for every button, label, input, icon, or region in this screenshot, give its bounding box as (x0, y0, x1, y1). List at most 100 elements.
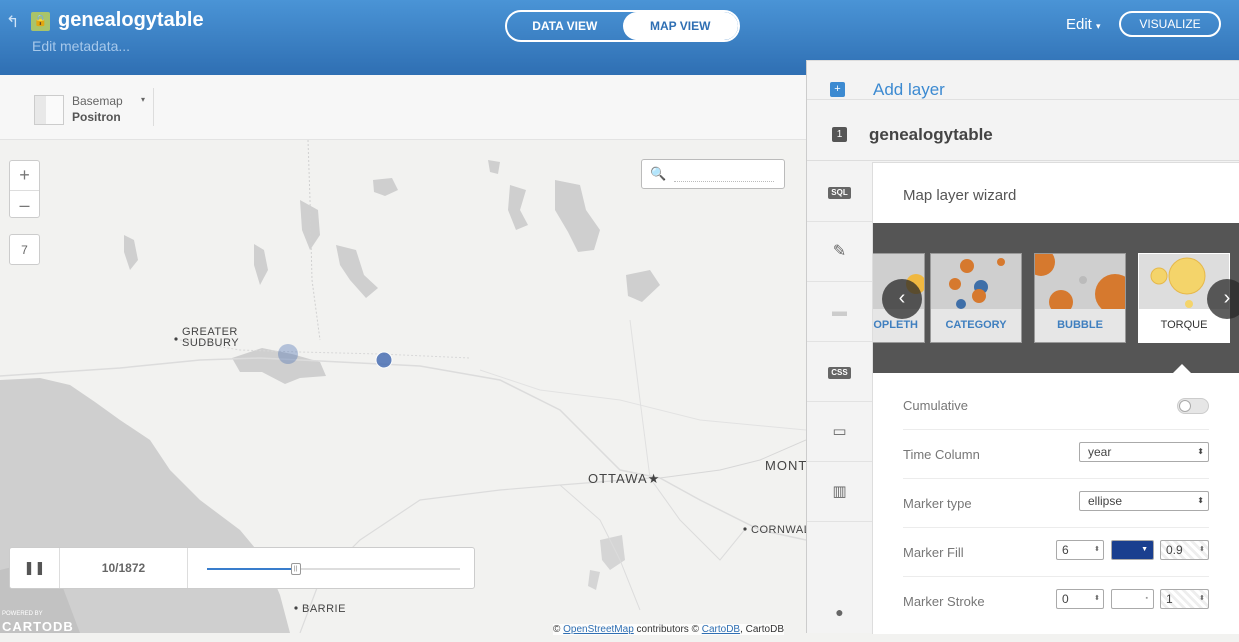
timeline-progress (207, 568, 296, 570)
map-marker[interactable] (375, 351, 393, 369)
search-input[interactable] (674, 181, 774, 182)
data-view-tab[interactable]: DATA VIEW (507, 12, 623, 40)
map-attribution: © OpenStreetMap contributors © CartoDB, … (553, 624, 784, 635)
add-layer-link[interactable]: Add layer (873, 80, 945, 100)
zoom-control: + – (9, 160, 40, 218)
basemap-thumbnail[interactable] (34, 95, 64, 125)
css-icon: CSS (828, 367, 851, 379)
label-ottawa: OTTAWA★ (588, 471, 661, 486)
back-arrow-icon[interactable]: ↰ (6, 12, 19, 32)
lock-icon[interactable]: 🔒 (31, 12, 50, 31)
cumulative-label: Cumulative (903, 398, 969, 413)
search-icon: 🔍 (650, 166, 667, 181)
chevron-down-icon: ▪ (1145, 595, 1148, 602)
zoom-level: 7 (9, 234, 40, 265)
timeline-handle[interactable]: || (290, 563, 301, 575)
carousel-next-button[interactable]: › (1207, 279, 1239, 319)
tab-wizard[interactable]: ✎ (807, 222, 872, 282)
marker-type-select[interactable]: ellipse ⬍ (1079, 491, 1209, 511)
tab-infowindow[interactable]: ▬ (807, 282, 872, 342)
cumulative-row: Cumulative (903, 381, 1209, 430)
marker-fill-size: 6 (1062, 543, 1069, 557)
marker-stroke-width: 0 (1062, 592, 1069, 606)
edit-metadata-link[interactable]: Edit metadata... (32, 38, 130, 54)
marker-fill-color-picker[interactable]: ▼ (1111, 540, 1154, 560)
wizard-settings: Cumulative Time Column year ⬍ Marker type… (903, 381, 1209, 626)
marker-fill-opacity-input[interactable]: 0.9 ⬍ (1160, 540, 1209, 560)
edit-menu[interactable]: Edit ▾ (1066, 16, 1101, 33)
updown-icon: ⬍ (1197, 447, 1204, 456)
cartodb-logo: CARTODB (2, 619, 74, 634)
tab-annotations[interactable]: ● (807, 582, 872, 642)
label-cornwall: CORNWALL (751, 524, 806, 536)
basemap-value[interactable]: Positron (72, 110, 121, 124)
marker-fill-row: Marker Fill 6 ⬍ ▼ 0.9 ⬍ (903, 528, 1209, 577)
layer-number: 1 (832, 127, 847, 142)
timeline-slider[interactable]: || (207, 563, 460, 575)
basemap-dropdown-icon[interactable]: ▾ (141, 95, 145, 104)
marker-stroke-color-picker[interactable]: ▪ (1111, 589, 1154, 609)
sql-icon: SQL (828, 187, 851, 199)
add-layer-row[interactable]: + Add layer (807, 61, 1239, 100)
paintbrush-icon: ✎ (832, 243, 847, 260)
tab-filters[interactable]: ▥ (807, 462, 872, 522)
speech-bubble-icon: ▬ (832, 303, 847, 320)
label-barrie: BARRIE (302, 603, 346, 615)
zoom-in-button[interactable]: + (10, 161, 39, 190)
selected-card-pointer (1173, 364, 1191, 373)
pause-button[interactable]: ❚❚ (10, 548, 60, 588)
marker-type-row: Marker type ellipse ⬍ (903, 479, 1209, 528)
visualize-button[interactable]: VISUALIZE (1119, 11, 1221, 37)
marker-type-label: Marker type (903, 496, 972, 511)
wizard-carousel: OPLETH CATEGORY BUBBLE TORQUE ‹ › (873, 223, 1239, 373)
layer-panel: + Add layer 1 genealogytable SQL ✎ ▬ CSS… (806, 60, 1239, 634)
wizard-content: Map layer wizard OPLETH CATEGORY BUBBLE … (872, 162, 1239, 634)
wizard-title: Map layer wizard (903, 187, 1017, 204)
card-label: CATEGORY (931, 309, 1021, 342)
plus-icon[interactable]: + (830, 82, 845, 97)
attribution-prefix: © (553, 624, 561, 635)
card-category[interactable]: CATEGORY (930, 253, 1022, 343)
divider (153, 88, 154, 126)
card-bubble[interactable]: BUBBLE (1034, 253, 1126, 343)
card-label: BUBBLE (1035, 309, 1125, 342)
legend-icon: ▭ (832, 423, 847, 440)
time-column-label: Time Column (903, 447, 980, 462)
table-title[interactable]: genealogytable (58, 9, 204, 32)
tab-legends[interactable]: ▭ (807, 402, 872, 462)
marker-type-value: ellipse (1088, 494, 1123, 508)
edit-label: Edit (1066, 16, 1092, 33)
pause-icon: ❚❚ (23, 560, 46, 575)
marker-stroke-opacity: 1 (1166, 592, 1173, 606)
cartodb-link[interactable]: CartoDB (702, 624, 740, 635)
basemap-bar: Basemap Positron ▾ (0, 75, 806, 140)
stepper-icon: ⬍ (1094, 546, 1100, 553)
time-column-value: year (1088, 445, 1112, 459)
attribution-suffix: , CartoDB (740, 624, 784, 635)
label-ottawa-text: OTTAWA (588, 471, 648, 486)
updown-icon: ⬍ (1197, 496, 1204, 505)
basemap-label: Basemap (72, 94, 123, 108)
time-column-select[interactable]: year ⬍ (1079, 442, 1209, 462)
marker-fill-label: Marker Fill (903, 545, 964, 560)
map-marker-faded[interactable] (278, 344, 298, 364)
carousel-prev-button[interactable]: ‹ (882, 279, 922, 319)
marker-stroke-width-input[interactable]: 0 ⬍ (1056, 589, 1104, 609)
map-search[interactable]: 🔍 (641, 159, 785, 189)
layer-name[interactable]: genealogytable (869, 125, 993, 145)
stepper-icon: ⬍ (1094, 595, 1100, 602)
map-view-tab[interactable]: MAP VIEW (622, 12, 738, 40)
marker-fill-opacity: 0.9 (1166, 543, 1183, 557)
marker-stroke-opacity-input[interactable]: 1 ⬍ (1160, 589, 1209, 609)
tab-css[interactable]: CSS (807, 342, 872, 402)
cumulative-toggle[interactable] (1177, 398, 1209, 414)
powered-by-label: POWERED BY (2, 611, 43, 617)
chevron-down-icon: ▼ (1141, 546, 1148, 553)
osm-link[interactable]: OpenStreetMap (563, 624, 634, 635)
marker-fill-size-input[interactable]: 6 ⬍ (1056, 540, 1104, 560)
stepper-icon: ⬍ (1199, 546, 1205, 553)
attribution-mid: contributors © (636, 624, 699, 635)
label-sudbury: SUDBURY (182, 337, 240, 349)
tab-sql[interactable]: SQL (807, 162, 872, 222)
zoom-out-button[interactable]: – (10, 190, 39, 219)
